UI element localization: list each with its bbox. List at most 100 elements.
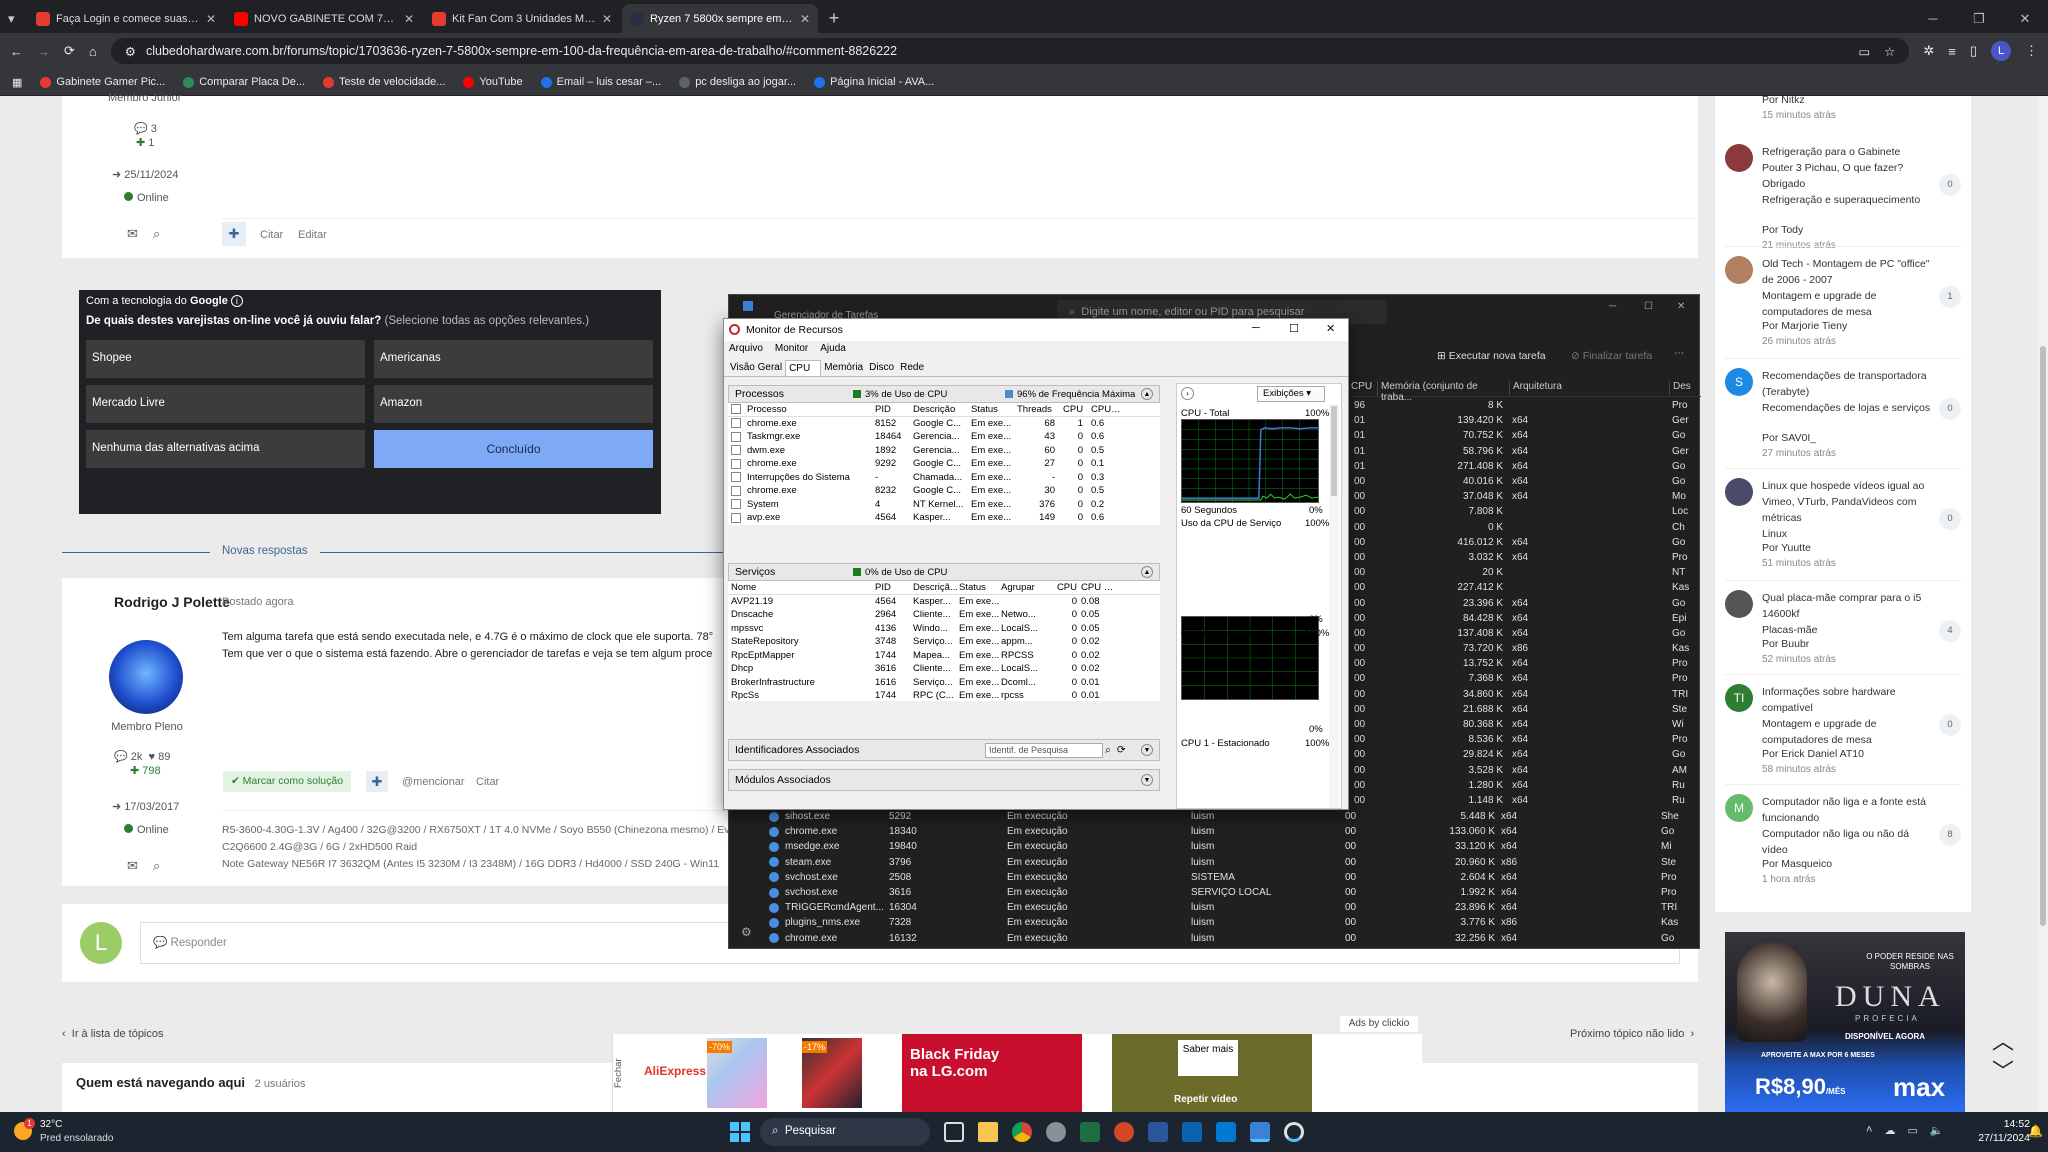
tab-network[interactable]: Rede [897, 360, 927, 376]
col-description[interactable]: Des [1669, 381, 1691, 396]
notification-bell-icon[interactable]: 🔔 [2028, 1124, 2043, 1138]
quote-plus-button[interactable]: ✚ [366, 771, 388, 792]
page-scrollbar[interactable] [2038, 96, 2048, 1112]
back-to-topics-link[interactable]: ‹ Ir à lista de tópicos [62, 1028, 164, 1040]
tm-process-row[interactable]: 00 7.368 K x64 Pro [1351, 671, 1701, 686]
powerpoint-icon[interactable] [1114, 1122, 1134, 1142]
topic-author-avatar[interactable] [1725, 256, 1753, 284]
network-icon[interactable]: ▭ [1907, 1124, 1917, 1137]
expand-icon[interactable]: ▼ [1141, 774, 1153, 786]
tm-process-row[interactable]: 00 34.860 K x64 TRI [1351, 687, 1701, 702]
col-group[interactable]: Agrupar [1001, 582, 1055, 593]
topic-author[interactable]: Por Tody [1762, 224, 1803, 236]
col-description[interactable]: Descriçã... [913, 582, 959, 593]
handles-search-input[interactable]: Identif. de Pesquisa [985, 742, 1103, 758]
topic-title[interactable]: Qual placa-mãe comprar para o i5 14600kf [1762, 590, 1932, 622]
tm-process-row[interactable]: 00 29.824 K x64 Go [1351, 747, 1701, 762]
topic-title[interactable]: Linux que hospede vídeos igual ao Vimeo,… [1762, 478, 1932, 526]
author-avatar[interactable] [109, 640, 183, 714]
tm-process-row[interactable]: 00 7.808 K Loc [1351, 504, 1701, 519]
tm-process-row[interactable]: 00 40.016 K x64 Go [1351, 474, 1701, 489]
tab-disk[interactable]: Disco [866, 360, 897, 376]
topic-forum[interactable]: Linux [1762, 526, 1932, 542]
topic-author-avatar[interactable]: TI [1725, 684, 1753, 712]
volume-icon[interactable]: 🔈 [1930, 1124, 1944, 1137]
sidepanel-icon[interactable]: ▯ [1970, 43, 1977, 59]
expand-icon[interactable]: ▼ [1141, 744, 1153, 756]
quote-plus-button[interactable]: ✚ [222, 222, 246, 246]
tm-process-row[interactable]: 00 21.688 K x64 Ste [1351, 702, 1701, 717]
chrome-icon[interactable] [1012, 1122, 1032, 1142]
ads-by-clickio[interactable]: Ads by clickio [1340, 1016, 1418, 1032]
bookmark-3[interactable]: YouTube [463, 76, 523, 88]
tm-process-row[interactable]: 00 1.148 K x64 Ru [1351, 793, 1701, 808]
clock[interactable]: 14:52 27/11/2024 [1960, 1117, 2030, 1145]
mention-button[interactable]: @mencionar [402, 776, 465, 788]
sidebar-topic[interactable]: Linux que hospede vídeos igual ao Vimeo,… [1715, 472, 1971, 582]
associated-handles-header[interactable]: Identificadores Associados Identif. de P… [728, 739, 1160, 761]
process-checkbox[interactable] [731, 472, 741, 483]
tm-process-row[interactable]: 01 139.420 K x64 Ger [1351, 413, 1701, 428]
topic-author[interactable]: Por Marjorie Tieny [1762, 320, 1847, 332]
tm-process-row[interactable]: 00 84.428 K x64 Epi [1351, 611, 1701, 626]
process-row[interactable]: chrome.exe 9292 Google C... Em exe... 27 0 0.1 [728, 457, 1160, 471]
tab-overview[interactable]: Visão Geral [727, 360, 785, 376]
tm-process-row[interactable]: 00 73.720 K x86 Kas [1351, 641, 1701, 656]
search-icon[interactable]: ⌕ [153, 226, 160, 242]
message-icon[interactable]: ✉ [127, 858, 138, 874]
topic-forum[interactable]: Computador não liga ou não dá vídeo [1762, 826, 1932, 858]
topic-title[interactable]: Old Tech - Montagem de PC "office" de 20… [1762, 256, 1932, 288]
associated-modules-header[interactable]: Módulos Associados ▼ [728, 769, 1160, 791]
tm-process-row[interactable]: 01 70.752 K x64 Go [1351, 428, 1701, 443]
topic-author[interactable]: Por Nitkz [1762, 94, 1805, 106]
scrollbar-thumb[interactable] [1331, 406, 1337, 496]
video-ad[interactable]: Saber mais Repetir vídeo [1112, 1034, 1312, 1112]
message-icon[interactable]: ✉ [127, 226, 138, 242]
tm-process-row[interactable]: chrome.exe 16132 Em execução luism 00 32.256 … [769, 931, 1701, 946]
tm-process-row[interactable]: sihost.exe 5292 Em execução luism 00 5.448 K x… [769, 809, 1701, 824]
topic-forum[interactable]: Recomendações de lojas e serviços [1762, 400, 1932, 416]
tab-3[interactable]: Ryzen 7 5800x sempre em 100%✕ [622, 4, 818, 33]
topic-author[interactable]: Por SAV0I_ [1762, 432, 1816, 444]
sidebar-topic[interactable]: M Computador não liga e a fonte está func… [1715, 788, 1971, 898]
tm-process-row[interactable]: 00 23.396 K x64 Go [1351, 595, 1701, 610]
service-row[interactable]: mpssvc 4136 Windo... Em exe... LocalS... 0 0.0… [728, 622, 1160, 636]
service-row[interactable]: RpcEptMapper 1744 Mapea... Em exe... RPCSS 0 0… [728, 649, 1160, 663]
tab-search-button[interactable]: ▾ [8, 4, 28, 33]
tm-process-row[interactable]: 00 13.752 K x64 Pro [1351, 656, 1701, 671]
process-row[interactable]: System 4 NT Kernel... Em exe... 376 0 0.2 [728, 498, 1160, 512]
sidebar-topic[interactable]: Refrigeração para o Gabinete Pouter 3 Pi… [1715, 138, 1971, 251]
service-row[interactable]: RpcSs 1744 RPC (C... Em exe... rpcss 0 0.01 [728, 689, 1160, 700]
tm-process-row[interactable]: 00 0 K Ch [1351, 520, 1701, 535]
topic-author-avatar[interactable] [1725, 590, 1753, 618]
tm-process-row[interactable]: TRIGGERcmdAgent... 16304 Em execução luism 0… [769, 900, 1701, 915]
tm-process-row[interactable]: msedge.exe 19840 Em execução luism 00 33.120 … [769, 839, 1701, 854]
bookmark-6[interactable]: Página Inicial - AVA... [814, 76, 934, 88]
topic-title[interactable]: Recomendações de transportadora (Terabyt… [1762, 368, 1932, 400]
menu-icon[interactable]: ⋮ [2025, 43, 2038, 59]
close-window-icon[interactable]: ✕ [2002, 4, 2048, 33]
replay-video-button[interactable]: Repetir vídeo [1174, 1094, 1237, 1105]
bookmark-1[interactable]: Comparar Placa De... [183, 76, 305, 88]
cite-button[interactable]: Citar [260, 229, 283, 241]
tm-process-row[interactable]: 00 20 K NT [1351, 565, 1701, 580]
sidebar-topic[interactable]: S Recomendações de transportadora (Teraby… [1715, 362, 1971, 472]
process-checkbox[interactable] [731, 418, 741, 429]
col-cpu-avg[interactable]: CPU M... [1091, 404, 1123, 415]
topic-author-avatar[interactable] [1725, 144, 1753, 172]
reload-icon[interactable]: ⟳ [64, 43, 75, 59]
topic-author-avatar[interactable]: M [1725, 794, 1753, 822]
tab-2[interactable]: Kit Fan Com 3 Unidades Monte ✕ [424, 4, 620, 33]
graphs-scrollbar[interactable] [1329, 404, 1339, 808]
tm-process-row[interactable]: svchost.exe 2508 Em execução SISTEMA 00 2.604… [769, 870, 1701, 885]
col-name[interactable]: Nome [731, 582, 875, 593]
tab-0[interactable]: Faça Login e comece suas Com ✕ [28, 4, 224, 33]
views-dropdown[interactable]: Exibições ▾ [1257, 386, 1325, 402]
maximize-icon[interactable]: ☐ [1644, 301, 1653, 312]
site-info-icon[interactable]: ⚙ [125, 44, 136, 59]
ad-close-button[interactable]: Fechar [612, 1034, 632, 1112]
close-icon[interactable]: ✕ [1677, 301, 1685, 312]
maximize-icon[interactable]: ☐ [1289, 322, 1299, 335]
col-cpu[interactable]: CPU [1063, 404, 1091, 415]
more-options-icon[interactable]: ⋯ [1674, 348, 1684, 359]
